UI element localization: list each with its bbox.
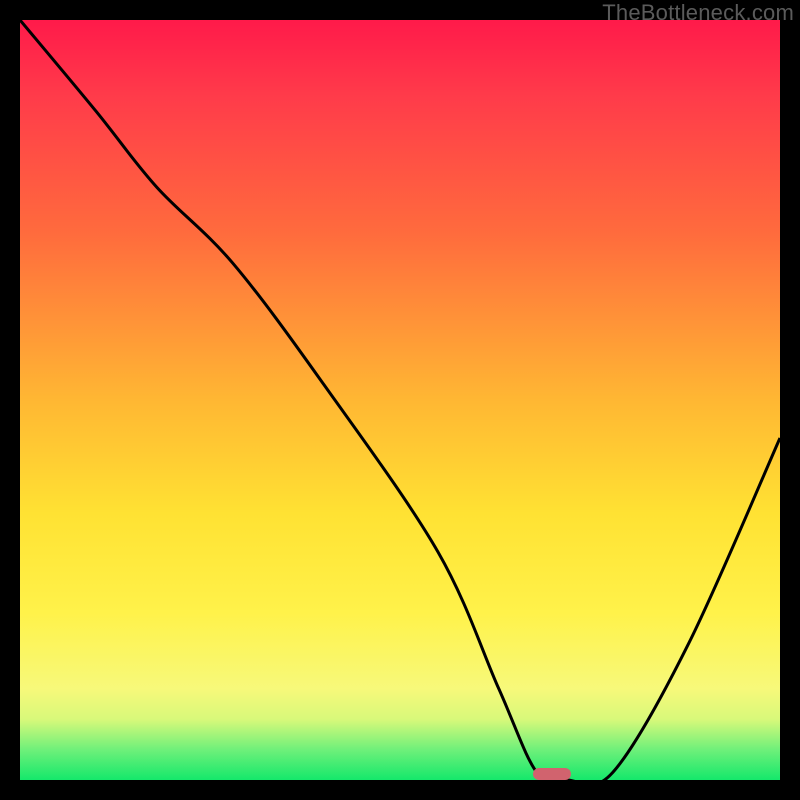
bottleneck-curve-path [20, 20, 780, 780]
optimal-marker [533, 768, 571, 780]
chart-plot-area [20, 20, 780, 780]
bottleneck-curve-svg [20, 20, 780, 780]
